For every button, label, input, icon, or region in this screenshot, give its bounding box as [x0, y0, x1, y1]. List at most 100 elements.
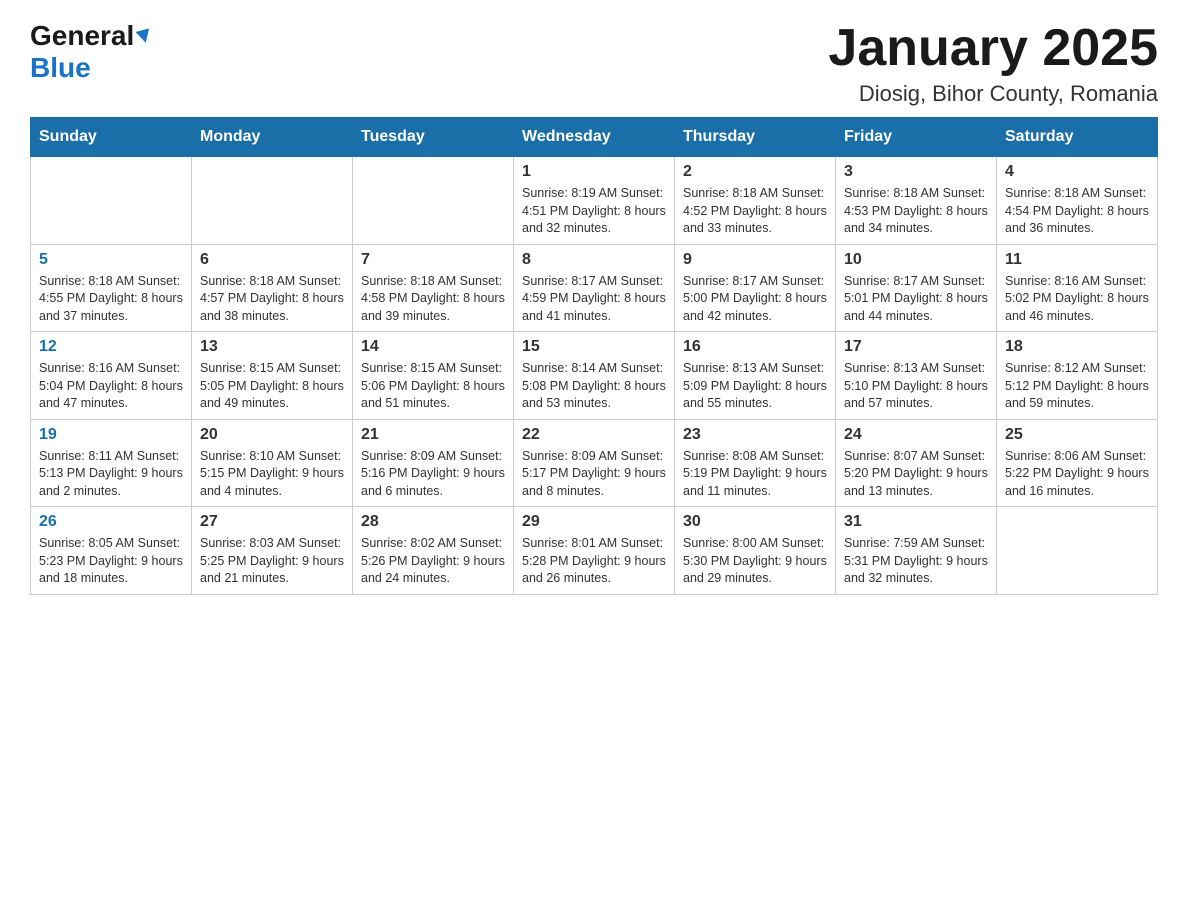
day-info: Sunrise: 8:18 AM Sunset: 4:52 PM Dayligh…	[683, 185, 827, 238]
day-cell: 13Sunrise: 8:15 AM Sunset: 5:05 PM Dayli…	[192, 332, 353, 420]
day-cell: 6Sunrise: 8:18 AM Sunset: 4:57 PM Daylig…	[192, 244, 353, 332]
day-info: Sunrise: 8:16 AM Sunset: 5:04 PM Dayligh…	[39, 360, 183, 413]
day-number: 11	[1005, 251, 1149, 269]
header-cell-saturday: Saturday	[997, 118, 1158, 157]
day-info: Sunrise: 7:59 AM Sunset: 5:31 PM Dayligh…	[844, 535, 988, 588]
day-cell: 30 Sunrise: 8:00 AM Sunset: 5:30 PM Dayli…	[675, 507, 836, 595]
day-cell: 2 Sunrise: 8:18 AM Sunset: 4:52 PM Daylig…	[675, 157, 836, 245]
day-cell: 15 Sunrise: 8:14 AM Sunset: 5:08 PM Dayli…	[514, 332, 675, 420]
day-info: Sunrise: 8:09 AM Sunset: 5:17 PM Dayligh…	[522, 448, 666, 501]
day-cell: 22 Sunrise: 8:09 AM Sunset: 5:17 PM Dayli…	[514, 419, 675, 507]
day-info: Sunrise: 8:13 AM Sunset: 5:10 PM Dayligh…	[844, 360, 988, 413]
day-info: Sunrise: 8:18 AM Sunset: 4:58 PM Dayligh…	[361, 273, 505, 326]
day-cell: 28 Sunrise: 8:02 AM Sunset: 5:26 PM Dayli…	[353, 507, 514, 595]
location: Diosig, Bihor County, Romania	[828, 81, 1158, 107]
day-number: 26	[39, 513, 183, 531]
day-number: 9	[683, 251, 827, 269]
day-cell: 11 Sunrise: 8:16 AM Sunset: 5:02 PM Dayli…	[997, 244, 1158, 332]
header-cell-friday: Friday	[836, 118, 997, 157]
day-cell: 4Sunrise: 8:18 AM Sunset: 4:54 PM Daylig…	[997, 157, 1158, 245]
day-cell: 8Sunrise: 8:17 AM Sunset: 4:59 PM Daylig…	[514, 244, 675, 332]
day-number: 10	[844, 251, 988, 269]
day-number: 4	[1005, 163, 1149, 181]
day-cell: 27 Sunrise: 8:03 AM Sunset: 5:25 PM Dayli…	[192, 507, 353, 595]
day-cell: 20 Sunrise: 8:10 AM Sunset: 5:15 PM Dayli…	[192, 419, 353, 507]
day-cell: 31 Sunrise: 7:59 AM Sunset: 5:31 PM Dayli…	[836, 507, 997, 595]
day-cell: 10Sunrise: 8:17 AM Sunset: 5:01 PM Dayli…	[836, 244, 997, 332]
day-info: Sunrise: 8:00 AM Sunset: 5:30 PM Dayligh…	[683, 535, 827, 588]
day-number: 7	[361, 251, 505, 269]
day-number: 23	[683, 426, 827, 444]
logo: General Blue	[30, 20, 151, 84]
day-cell: 7 Sunrise: 8:18 AM Sunset: 4:58 PM Daylig…	[353, 244, 514, 332]
week-row-4: 19 Sunrise: 8:11 AM Sunset: 5:13 PM Dayli…	[31, 419, 1158, 507]
day-number: 22	[522, 426, 666, 444]
day-cell: 18 Sunrise: 8:12 AM Sunset: 5:12 PM Dayli…	[997, 332, 1158, 420]
day-number: 15	[522, 338, 666, 356]
day-info: Sunrise: 8:17 AM Sunset: 5:00 PM Dayligh…	[683, 273, 827, 326]
day-number: 21	[361, 426, 505, 444]
day-info: Sunrise: 8:18 AM Sunset: 4:55 PM Dayligh…	[39, 273, 183, 326]
day-cell: 12 Sunrise: 8:16 AM Sunset: 5:04 PM Dayli…	[31, 332, 192, 420]
header-cell-sunday: Sunday	[31, 118, 192, 157]
day-info: Sunrise: 8:03 AM Sunset: 5:25 PM Dayligh…	[200, 535, 344, 588]
day-number: 8	[522, 251, 666, 269]
day-number: 25	[1005, 426, 1149, 444]
day-info: Sunrise: 8:16 AM Sunset: 5:02 PM Dayligh…	[1005, 273, 1149, 326]
day-info: Sunrise: 8:10 AM Sunset: 5:15 PM Dayligh…	[200, 448, 344, 501]
day-number: 19	[39, 426, 183, 444]
day-number: 14	[361, 338, 505, 356]
day-info: Sunrise: 8:07 AM Sunset: 5:20 PM Dayligh…	[844, 448, 988, 501]
day-number: 3	[844, 163, 988, 181]
logo-general: General	[30, 20, 134, 52]
day-number: 28	[361, 513, 505, 531]
day-number: 1	[522, 163, 666, 181]
day-cell: 14 Sunrise: 8:15 AM Sunset: 5:06 PM Dayli…	[353, 332, 514, 420]
day-cell: 17 Sunrise: 8:13 AM Sunset: 5:10 PM Dayli…	[836, 332, 997, 420]
day-number: 18	[1005, 338, 1149, 356]
day-cell	[353, 157, 514, 245]
day-info: Sunrise: 8:11 AM Sunset: 5:13 PM Dayligh…	[39, 448, 183, 501]
calendar-body: 1 Sunrise: 8:19 AM Sunset: 4:51 PM Daylig…	[31, 157, 1158, 595]
day-number: 24	[844, 426, 988, 444]
header-cell-tuesday: Tuesday	[353, 118, 514, 157]
day-cell: 3 Sunrise: 8:18 AM Sunset: 4:53 PM Daylig…	[836, 157, 997, 245]
week-row-5: 26Sunrise: 8:05 AM Sunset: 5:23 PM Dayli…	[31, 507, 1158, 595]
logo-blue: Blue	[30, 52, 91, 83]
day-info: Sunrise: 8:06 AM Sunset: 5:22 PM Dayligh…	[1005, 448, 1149, 501]
day-info: Sunrise: 8:12 AM Sunset: 5:12 PM Dayligh…	[1005, 360, 1149, 413]
day-info: Sunrise: 8:01 AM Sunset: 5:28 PM Dayligh…	[522, 535, 666, 588]
day-info: Sunrise: 8:09 AM Sunset: 5:16 PM Dayligh…	[361, 448, 505, 501]
day-number: 29	[522, 513, 666, 531]
day-cell	[31, 157, 192, 245]
day-number: 20	[200, 426, 344, 444]
day-cell: 9 Sunrise: 8:17 AM Sunset: 5:00 PM Daylig…	[675, 244, 836, 332]
day-number: 2	[683, 163, 827, 181]
day-number: 12	[39, 338, 183, 356]
day-number: 30	[683, 513, 827, 531]
page-header: General Blue January 2025 Diosig, Bihor …	[30, 20, 1158, 107]
title-section: January 2025 Diosig, Bihor County, Roman…	[828, 20, 1158, 107]
day-info: Sunrise: 8:02 AM Sunset: 5:26 PM Dayligh…	[361, 535, 505, 588]
week-row-3: 12 Sunrise: 8:16 AM Sunset: 5:04 PM Dayli…	[31, 332, 1158, 420]
day-cell: 26Sunrise: 8:05 AM Sunset: 5:23 PM Dayli…	[31, 507, 192, 595]
day-cell: 29 Sunrise: 8:01 AM Sunset: 5:28 PM Dayli…	[514, 507, 675, 595]
day-info: Sunrise: 8:19 AM Sunset: 4:51 PM Dayligh…	[522, 185, 666, 238]
calendar-title: January 2025	[828, 20, 1158, 77]
day-info: Sunrise: 8:18 AM Sunset: 4:53 PM Dayligh…	[844, 185, 988, 238]
day-cell	[192, 157, 353, 245]
day-number: 17	[844, 338, 988, 356]
header-row: SundayMondayTuesdayWednesdayThursdayFrid…	[31, 118, 1158, 157]
header-cell-monday: Monday	[192, 118, 353, 157]
day-number: 5	[39, 251, 183, 269]
day-number: 31	[844, 513, 988, 531]
week-row-1: 1 Sunrise: 8:19 AM Sunset: 4:51 PM Daylig…	[31, 157, 1158, 245]
day-info: Sunrise: 8:15 AM Sunset: 5:06 PM Dayligh…	[361, 360, 505, 413]
day-info: Sunrise: 8:18 AM Sunset: 4:57 PM Dayligh…	[200, 273, 344, 326]
day-info: Sunrise: 8:08 AM Sunset: 5:19 PM Dayligh…	[683, 448, 827, 501]
day-info: Sunrise: 8:14 AM Sunset: 5:08 PM Dayligh…	[522, 360, 666, 413]
day-number: 13	[200, 338, 344, 356]
day-number: 27	[200, 513, 344, 531]
day-cell: 19 Sunrise: 8:11 AM Sunset: 5:13 PM Dayli…	[31, 419, 192, 507]
day-number: 16	[683, 338, 827, 356]
